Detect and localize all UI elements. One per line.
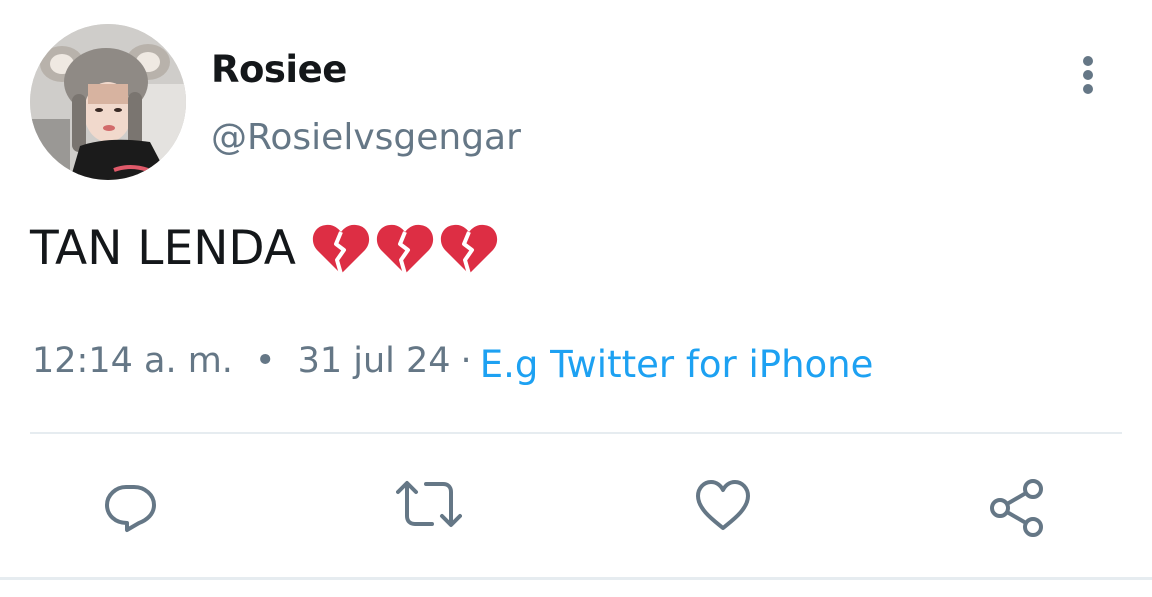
tweet-source-link[interactable]: E.g Twitter for iPhone xyxy=(480,341,874,389)
source-separator: · xyxy=(460,341,472,381)
broken-heart-emoji xyxy=(440,222,498,276)
like-button[interactable] xyxy=(694,478,750,534)
tweet-text-content: TAN LENDA xyxy=(30,221,296,276)
tweet-text: TAN LENDA xyxy=(30,220,498,278)
more-vertical-icon xyxy=(1083,56,1093,94)
tweet-metadata: 12:14 a. m. • 31 jul 24 · E.g Twitter fo… xyxy=(32,336,873,386)
user-handle[interactable]: @Rosielvsgengar xyxy=(211,114,521,162)
avatar[interactable] xyxy=(30,24,186,180)
emoji-group xyxy=(312,222,498,276)
display-name[interactable]: Rosiee xyxy=(211,46,347,94)
tweet-time: 12:14 a. m. xyxy=(32,341,233,381)
divider xyxy=(30,432,1122,434)
share-icon xyxy=(990,479,1043,537)
separator-dot: • xyxy=(254,341,276,381)
broken-heart-emoji xyxy=(312,222,370,276)
broken-heart-emoji xyxy=(376,222,434,276)
share-button[interactable] xyxy=(988,478,1044,537)
heart-icon xyxy=(696,480,750,530)
avatar-photo xyxy=(30,24,186,180)
reply-button[interactable] xyxy=(102,478,158,534)
reply-icon xyxy=(105,485,156,532)
retweet-button[interactable] xyxy=(396,478,462,534)
more-options-button[interactable] xyxy=(1066,52,1110,98)
bottom-divider xyxy=(0,577,1152,580)
retweet-icon xyxy=(396,481,462,527)
tweet-date: 31 jul 24 xyxy=(297,341,451,381)
